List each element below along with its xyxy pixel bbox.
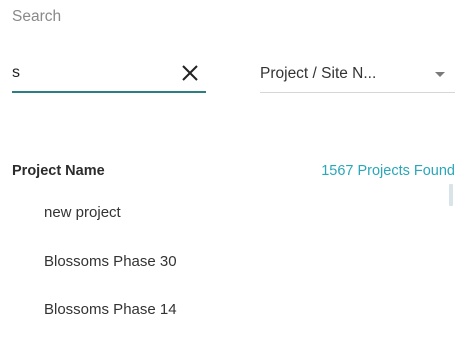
results-list: new project Blossoms Phase 30 Blossoms P… (0, 190, 455, 342)
search-heading: Search (12, 8, 62, 25)
search-input[interactable] (12, 61, 162, 85)
search-field[interactable] (12, 55, 206, 93)
caret-down-icon (435, 72, 445, 77)
list-scrollbar[interactable] (449, 184, 453, 206)
project-search-panel: Search Project / Site N... Project Name … (0, 0, 455, 342)
close-icon[interactable] (178, 61, 202, 85)
search-field-select-value: Project / Site N... (260, 65, 377, 82)
results-count: 1567 Projects Found (321, 163, 455, 179)
list-item[interactable]: Blossoms Phase 14 (44, 301, 177, 318)
list-item[interactable]: Blossoms Phase 30 (44, 253, 177, 270)
search-field-select[interactable]: Project / Site N... (260, 55, 455, 93)
project-name-header: Project Name (12, 163, 105, 179)
list-item[interactable]: new project (44, 204, 121, 221)
